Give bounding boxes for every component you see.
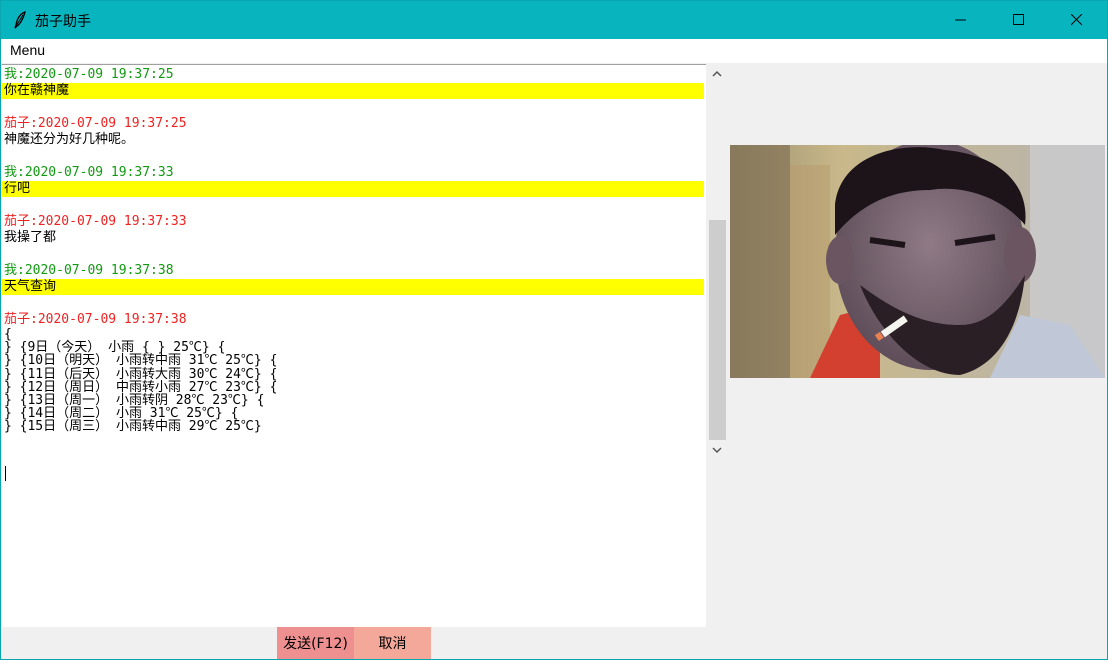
app-feather-icon (11, 10, 31, 30)
scroll-up-icon[interactable] (707, 64, 727, 84)
message-header: 茄子:2020-07-09 19:37:33 (4, 214, 187, 229)
message-text: 你在赣神魔 (2, 83, 704, 99)
message-header: 茄子:2020-07-09 19:37:38 (4, 312, 187, 327)
message-text: 我操了都 (4, 230, 57, 245)
message-text: } {10日（明天） 小雨转中雨 31℃ 25℃} { (4, 353, 278, 369)
menu-item-menu[interactable]: Menu (10, 42, 45, 58)
chat-log[interactable]: 我:2020-07-09 19:37:25 你在赣神魔茄子:2020-07-09 … (2, 64, 706, 462)
scroll-down-icon[interactable] (707, 440, 727, 460)
message-header: 我:2020-07-09 19:37:38 (4, 263, 174, 278)
close-button[interactable] (1048, 1, 1106, 39)
message-text: } {9日（今天） 小雨 { } 25℃} { (4, 340, 226, 356)
title-bar[interactable]: 茄子助手 (1, 1, 1107, 39)
text-caret (5, 466, 6, 481)
contact-photo (730, 145, 1105, 378)
app-window: 茄子助手 Menu 我:2020-07-09 19:37:25 你在赣神魔茄子:2… (0, 0, 1108, 660)
message-header: 茄子:2020-07-09 19:37:25 (4, 116, 187, 131)
message-text: 行吧 (2, 181, 704, 197)
maximize-button[interactable] (990, 1, 1048, 39)
message-header: 我:2020-07-09 19:37:33 (4, 165, 174, 180)
close-icon (1071, 14, 1083, 26)
message-text: } {13日（周一） 小雨转阴 28℃ 23℃} { (4, 393, 265, 408)
message-header: 我:2020-07-09 19:37:25 (4, 67, 174, 82)
minimize-icon (955, 14, 967, 26)
chat-scrollbar[interactable] (707, 64, 727, 460)
message-text: 神魔还分为好几种呢。 (4, 132, 135, 147)
window-title: 茄子助手 (35, 14, 91, 30)
message-text: } {12日（周日） 中雨转小雨 27℃ 23℃} { (4, 379, 278, 395)
message-text: } {15日（周三） 小雨转中雨 29℃ 25℃} (4, 419, 262, 435)
menu-bar: Menu (1, 39, 1107, 63)
message-text: 天气查询 (2, 279, 704, 295)
minimize-button[interactable] (932, 1, 990, 39)
message-text: } {11日（后天） 小雨转大雨 30℃ 24℃} { (4, 366, 278, 382)
maximize-icon (1013, 14, 1025, 26)
send-button[interactable]: 发送(F12) (277, 627, 354, 659)
message-input[interactable] (2, 461, 706, 627)
message-text: } {14日（周二） 小雨 31℃ 25℃} { (4, 406, 239, 422)
scrollbar-thumb[interactable] (709, 220, 726, 440)
cancel-button[interactable]: 取消 (354, 627, 431, 659)
